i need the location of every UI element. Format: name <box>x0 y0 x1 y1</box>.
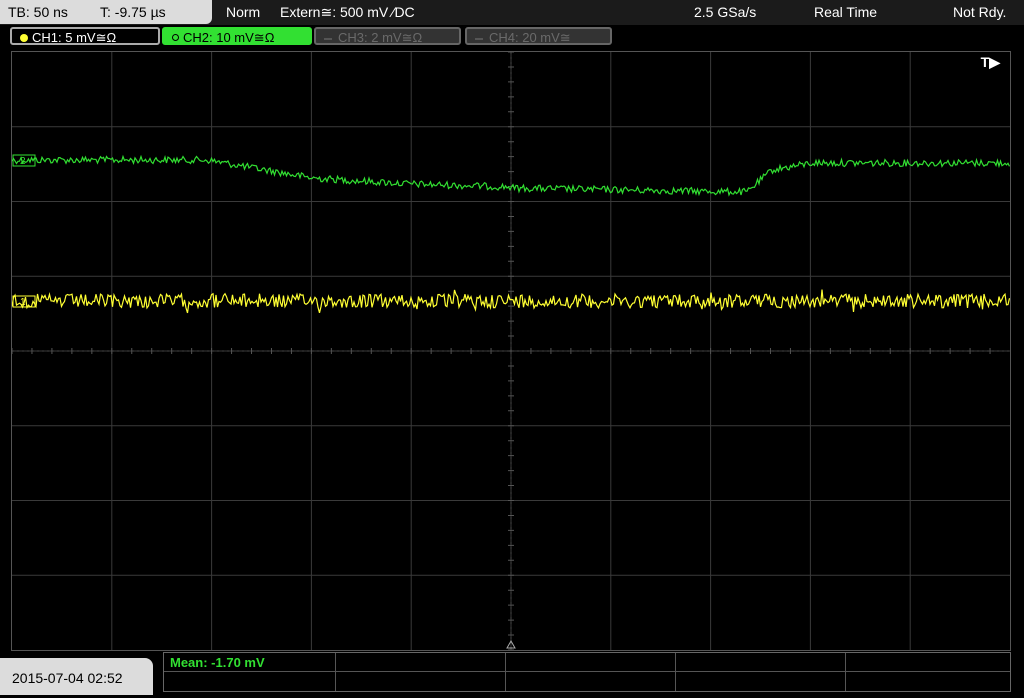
channel-3-off-icon <box>324 37 332 40</box>
measurement-cell <box>336 653 506 672</box>
measurement-cell <box>506 653 676 672</box>
measurement-cell <box>676 653 846 672</box>
status-bar: TB: 50 ns T: -9.75 µs Norm Extern≅: 500 … <box>0 0 1024 25</box>
trigger-position-icon: T▶ <box>980 54 1000 70</box>
channel-2-label: CH2: 10 mV≅Ω <box>183 30 275 45</box>
channel-3-tab[interactable]: CH3: 2 mV≅Ω <box>314 27 461 45</box>
sample-rate: 2.5 GSa/s <box>694 4 757 20</box>
channel-2-dot-icon <box>172 34 179 42</box>
datetime: 2015-07-04 02:52 <box>0 658 153 695</box>
trigger-source[interactable]: Extern≅: 500 mV ∕DC <box>280 0 415 24</box>
waveform-display[interactable]: 21 T▶ <box>11 51 1011 651</box>
timebase-panel[interactable]: TB: 50 ns T: -9.75 µs <box>0 0 212 24</box>
channel-2-marker-label: 2 <box>20 156 26 167</box>
waveform-canvas: 21 <box>12 52 1010 650</box>
channel-1-dot-icon <box>20 33 28 42</box>
channel-2-tab[interactable]: CH2: 10 mV≅Ω <box>162 27 312 45</box>
channel-4-tab[interactable]: CH4: 20 mV≅ <box>465 27 612 45</box>
acquisition-mode: Real Time <box>814 4 878 20</box>
channel-3-label: CH3: 2 mV≅Ω <box>338 30 423 45</box>
channel-4-off-icon <box>475 37 483 40</box>
channel-1-marker-label: 1 <box>20 297 26 308</box>
channel-1-label: CH1: 5 mV≅Ω <box>32 30 117 45</box>
trigger-mode[interactable]: Norm <box>226 0 260 24</box>
trigger-time-value: T: -9.75 µs <box>100 4 166 20</box>
mean-measurement: Mean: -1.70 mV <box>170 655 265 670</box>
timebase-value: TB: 50 ns <box>8 4 68 20</box>
measurement-cell <box>846 672 1010 691</box>
channel-4-label: CH4: 20 mV≅ <box>489 30 571 45</box>
measurement-cell <box>846 653 1010 672</box>
measurement-cell <box>506 672 676 691</box>
measurement-cell <box>336 672 506 691</box>
trigger-status: Not Rdy. <box>953 4 1007 20</box>
channel-bar: CH1: 5 mV≅Ω CH2: 10 mV≅Ω CH3: 2 mV≅Ω CH4… <box>0 25 1024 49</box>
measurement-cell <box>164 672 336 691</box>
channel-1-tab[interactable]: CH1: 5 mV≅Ω <box>10 27 160 45</box>
measurement-cell <box>676 672 846 691</box>
measurement-table[interactable]: Mean: -1.70 mV <box>163 652 1011 692</box>
